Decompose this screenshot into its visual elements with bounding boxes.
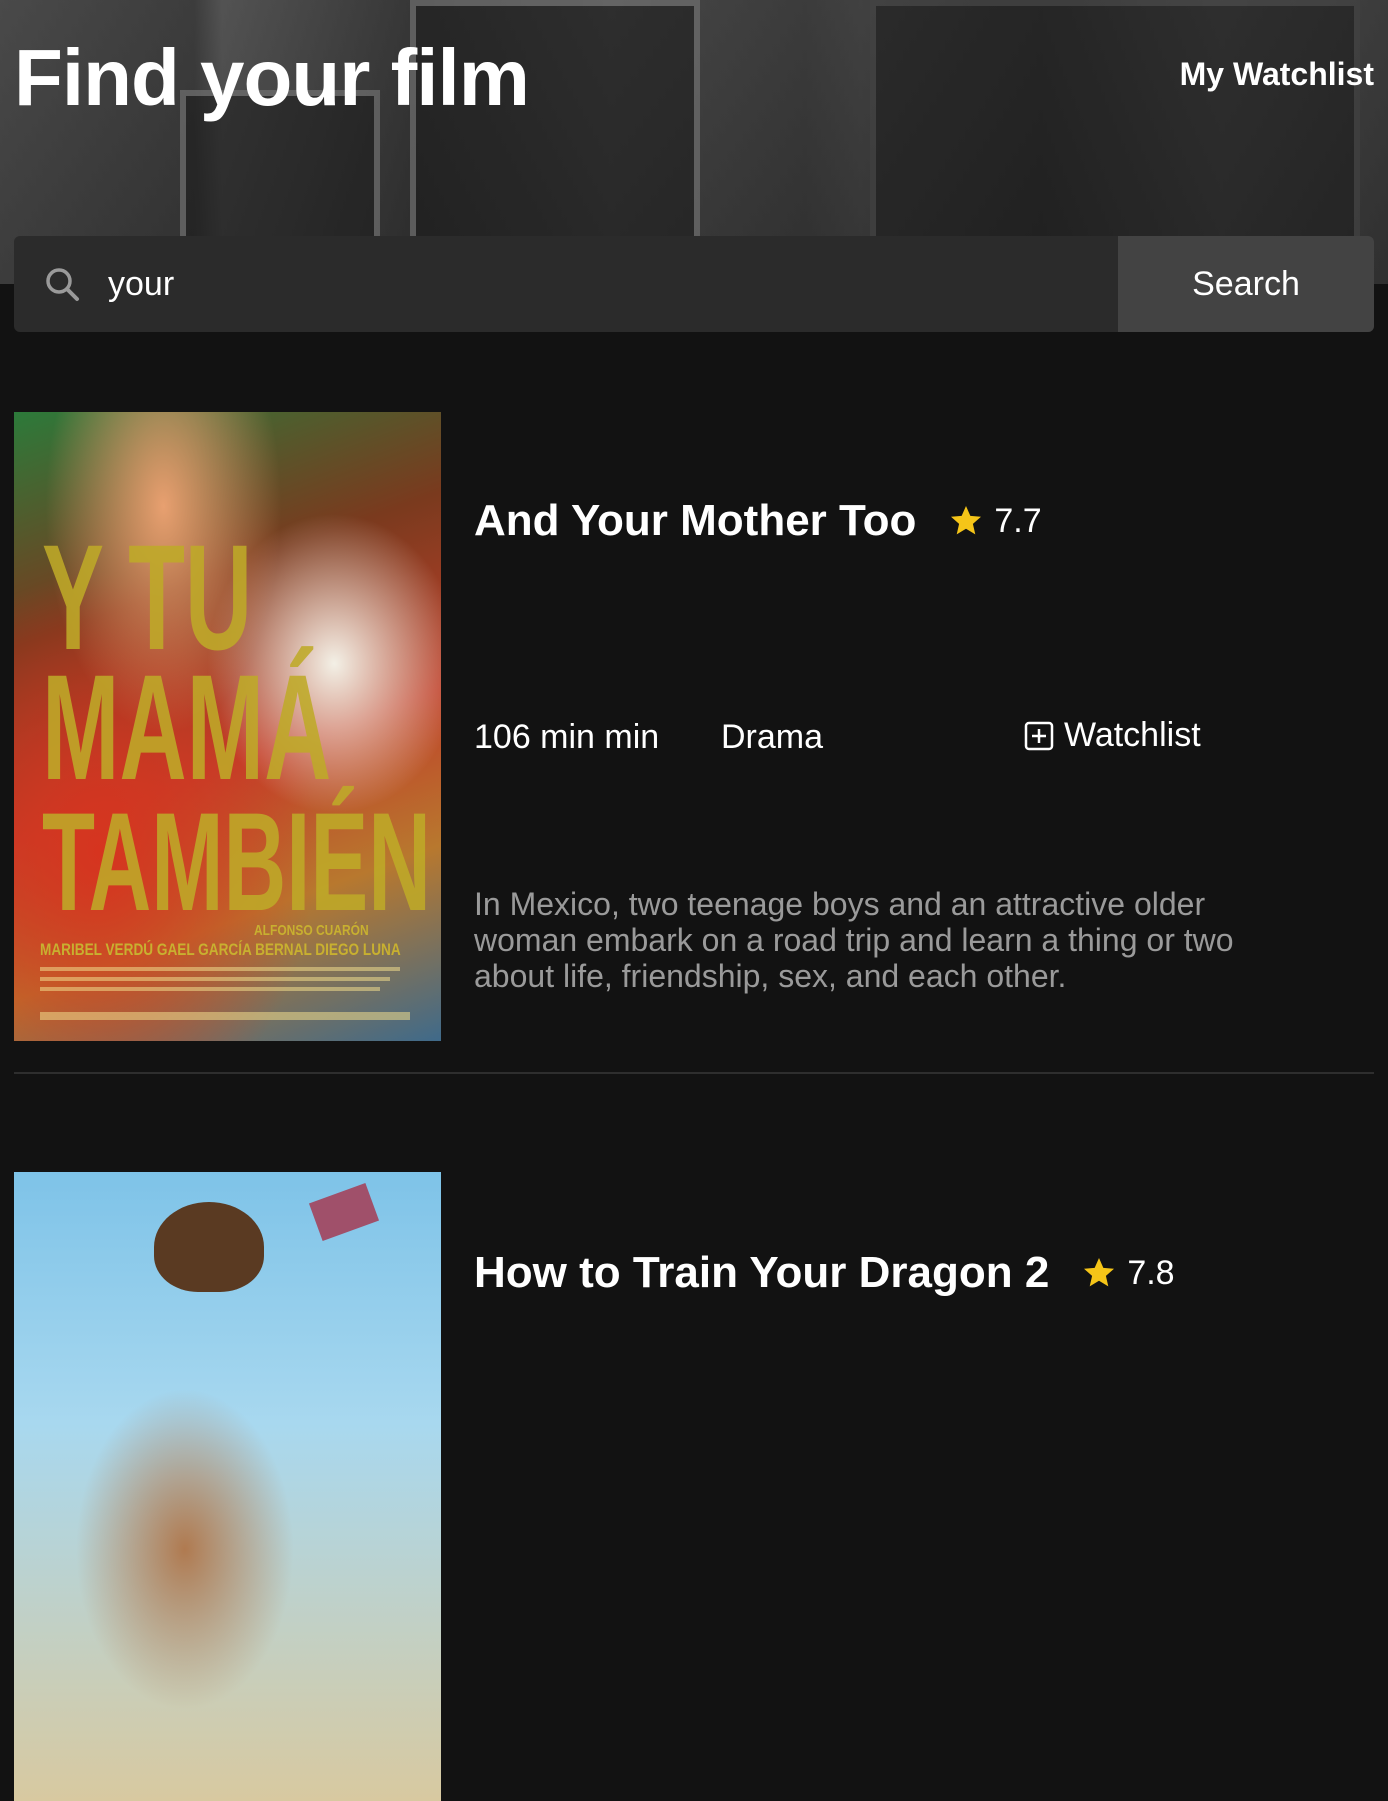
hero-backdrop-frame bbox=[870, 0, 1360, 250]
add-to-watchlist-button[interactable]: Watchlist bbox=[1024, 716, 1201, 755]
search-button[interactable]: Search bbox=[1118, 236, 1374, 332]
poster-fine-print bbox=[40, 1012, 410, 1020]
page-title: Find your film bbox=[14, 33, 530, 122]
film-title-text: And Your Mother Too bbox=[474, 496, 917, 545]
search-icon bbox=[46, 268, 79, 301]
poster-fine-print bbox=[40, 967, 400, 971]
search-bar: Search bbox=[14, 236, 1374, 332]
poster-director: ALFONSO CUARÓN bbox=[254, 922, 369, 939]
search-input[interactable] bbox=[108, 264, 1118, 304]
film-title-text: How to Train Your Dragon 2 bbox=[474, 1248, 1050, 1297]
rating-value: 7.8 bbox=[1127, 1253, 1175, 1292]
plus-square-icon bbox=[1024, 721, 1054, 750]
film-rating: 7.7 bbox=[948, 501, 1042, 541]
poster-figure bbox=[154, 1202, 264, 1292]
star-icon bbox=[951, 506, 982, 535]
film-result: Y TU MAMÁ TAMBIÉN ALFONSO CUARÓN MARIBEL… bbox=[14, 412, 1374, 1074]
film-title[interactable]: And Your Mother Too 7.7 bbox=[474, 496, 1042, 546]
rating-value: 7.7 bbox=[994, 501, 1042, 540]
film-genre: Drama bbox=[721, 718, 824, 756]
poster-figure bbox=[308, 1182, 380, 1242]
watchlist-label: Watchlist bbox=[1064, 716, 1201, 754]
poster-fine-print bbox=[40, 977, 390, 981]
poster-title-line: MAMÁ bbox=[42, 643, 332, 811]
film-poster[interactable] bbox=[14, 1172, 441, 1801]
poster-fine-print bbox=[40, 987, 380, 991]
film-runtime: 106 min min bbox=[474, 718, 660, 756]
film-rating: 7.8 bbox=[1081, 1253, 1175, 1293]
poster-cast: MARIBEL VERDÚ GAEL GARCÍA BERNAL DIEGO L… bbox=[40, 940, 401, 959]
search-field[interactable] bbox=[14, 236, 1118, 332]
film-result: How to Train Your Dragon 2 7.8 bbox=[14, 1172, 1374, 1801]
poster-title-line: TAMBIÉN bbox=[42, 783, 431, 940]
film-poster[interactable]: Y TU MAMÁ TAMBIÉN ALFONSO CUARÓN MARIBEL… bbox=[14, 412, 441, 1041]
my-watchlist-link[interactable]: My Watchlist bbox=[1180, 56, 1374, 93]
film-title[interactable]: How to Train Your Dragon 2 7.8 bbox=[474, 1248, 1175, 1298]
film-plot: In Mexico, two teenage boys and an attra… bbox=[474, 886, 1234, 994]
